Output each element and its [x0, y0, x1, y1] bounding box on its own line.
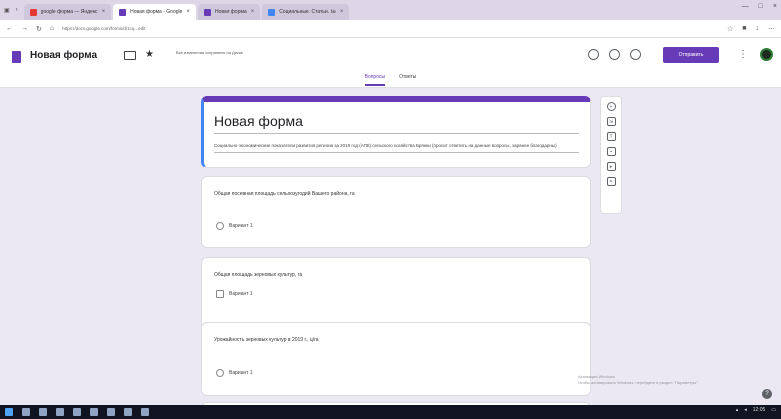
- tab-favicon-icon: [268, 8, 276, 16]
- system-tray: ▴ ◂ 12:05 ▭: [736, 407, 776, 413]
- question-card[interactable]: Общая посевная площадь сельхозугодий Ваш…: [201, 176, 591, 248]
- mail-icon[interactable]: [90, 408, 98, 416]
- network-icon[interactable]: ▴: [736, 407, 739, 413]
- windows-start-icon[interactable]: [5, 408, 13, 416]
- reload-icon[interactable]: ↻: [36, 25, 42, 33]
- tab-favicon-icon: [119, 8, 127, 16]
- question-card[interactable]: Общая площадь зерновых культур, га Вариа…: [201, 257, 591, 329]
- tab-favicon-icon: [29, 8, 37, 16]
- question-text[interactable]: Урожайность зерновых культур в 2019 г., …: [214, 337, 319, 343]
- send-button[interactable]: Отправить: [663, 47, 719, 63]
- address-bar-actions: ☆ ■ ↓ ⋯: [727, 25, 775, 33]
- tab-favicon-icon: [203, 8, 211, 16]
- section-icon[interactable]: =: [606, 177, 616, 186]
- radio-icon[interactable]: [216, 222, 224, 230]
- image-icon[interactable]: ▪: [606, 147, 616, 156]
- settings-icon[interactable]: [630, 49, 641, 60]
- preview-icon[interactable]: [609, 49, 620, 60]
- import-icon[interactable]: ⇲: [606, 117, 616, 126]
- star-icon[interactable]: ★: [145, 49, 154, 60]
- video-icon[interactable]: ▸: [606, 162, 616, 171]
- question-text[interactable]: Общая посевная площадь сельхозугодий Ваш…: [214, 191, 355, 197]
- radio-icon[interactable]: [216, 369, 224, 377]
- browser-menu-icon[interactable]: ⋯: [768, 25, 775, 33]
- browser-tab[interactable]: Социальные. Статьи. № ×: [262, 4, 350, 20]
- add-question-icon[interactable]: +: [606, 102, 616, 111]
- more-vert-icon[interactable]: ⋮: [738, 49, 748, 60]
- saved-status: Все изменения сохранены на Диске: [176, 50, 244, 55]
- tab-responses[interactable]: Ответы: [399, 74, 416, 86]
- extension-icon[interactable]: ■: [742, 25, 746, 33]
- close-window-icon[interactable]: ×: [773, 3, 777, 10]
- form-title-input[interactable]: Новая форма: [214, 113, 579, 134]
- palette-icon[interactable]: [588, 49, 599, 60]
- tab-title: google форма — Яндекс: [40, 9, 98, 15]
- option-label[interactable]: Вариант 1: [229, 291, 253, 297]
- tab-title: Новая форма - Google: [130, 9, 183, 15]
- browser-tab-active[interactable]: Новая форма - Google ×: [113, 4, 196, 20]
- folder-icon[interactable]: [124, 51, 136, 60]
- option-row: Вариант 1: [216, 222, 253, 230]
- checkbox-icon[interactable]: [216, 290, 224, 298]
- close-tab-icon[interactable]: ×: [251, 9, 255, 15]
- form-description-input[interactable]: Социально-экономические показатели разви…: [214, 142, 579, 153]
- taskbar: ▴ ◂ 12:05 ▭: [0, 405, 781, 419]
- download-icon[interactable]: ↓: [756, 25, 760, 33]
- explorer-icon[interactable]: [56, 408, 64, 416]
- browser-taskbar-icon[interactable]: [107, 408, 115, 416]
- close-tab-icon[interactable]: ×: [186, 9, 190, 15]
- window-controls: — □ ×: [742, 3, 777, 10]
- form-title-card: Новая форма Социально-экономические пока…: [201, 96, 591, 168]
- watermark-line: Чтобы активировать Windows, перейдите в …: [578, 380, 699, 385]
- notifications-icon[interactable]: ▭: [771, 407, 776, 413]
- clock[interactable]: 12:05: [753, 407, 766, 413]
- activation-watermark: Активация Windows Чтобы активировать Win…: [578, 374, 699, 386]
- tab-title: Социальные. Статьи. №: [279, 9, 336, 15]
- option-row: Вариант 1: [216, 290, 253, 298]
- tab-questions[interactable]: Вопросы: [364, 74, 386, 86]
- app-taskbar-icon[interactable]: [141, 408, 149, 416]
- browser-tab[interactable]: google форма — Яндекс ×: [23, 4, 112, 20]
- header-actions: [588, 49, 641, 60]
- browser-tab-strip: ▣ ‹ google форма — Яндекс × Новая форма …: [0, 0, 781, 20]
- url-field[interactable]: https://docs.google.com/forms/d/1cq...ed…: [62, 26, 719, 31]
- question-text[interactable]: Общая площадь зерновых культур, га: [214, 272, 302, 278]
- browser-tab[interactable]: Новая форма ×: [197, 4, 261, 20]
- forms-logo-icon[interactable]: [12, 51, 21, 63]
- search-icon[interactable]: [22, 408, 30, 416]
- task-view-icon[interactable]: [39, 408, 47, 416]
- back-tabs-icon[interactable]: ‹: [16, 7, 18, 13]
- tab-title: Новая форма: [214, 9, 247, 15]
- store-icon[interactable]: [73, 408, 81, 416]
- close-tab-icon[interactable]: ×: [340, 9, 344, 15]
- minimize-icon[interactable]: —: [742, 3, 749, 10]
- app-taskbar-icon[interactable]: [124, 408, 132, 416]
- form-title-header[interactable]: Новая форма: [30, 50, 97, 61]
- back-icon[interactable]: ←: [6, 25, 13, 32]
- tab-actions-icon[interactable]: ▣: [4, 7, 10, 14]
- forms-header: Новая форма ★ Все изменения сохранены на…: [0, 38, 781, 88]
- maximize-icon[interactable]: □: [759, 3, 763, 10]
- volume-icon[interactable]: ◂: [744, 407, 747, 413]
- bookmark-icon[interactable]: ☆: [727, 25, 733, 33]
- avatar[interactable]: [760, 48, 773, 61]
- option-label[interactable]: Вариант 1: [229, 223, 253, 229]
- help-icon[interactable]: ?: [762, 389, 772, 399]
- address-bar: ← → ↻ ⌂ https://docs.google.com/forms/d/…: [0, 20, 781, 38]
- home-icon[interactable]: ⌂: [50, 25, 54, 32]
- question-card[interactable]: Урожайность зерновых культур в 2019 г., …: [201, 322, 591, 396]
- close-tab-icon[interactable]: ×: [102, 9, 106, 15]
- title-text-icon[interactable]: T: [606, 132, 616, 141]
- option-label[interactable]: Вариант 1: [229, 370, 253, 376]
- form-tabs: Вопросы Ответы: [0, 74, 781, 86]
- forward-icon[interactable]: →: [21, 25, 28, 32]
- question-toolbar: + ⇲ T ▪ ▸ =: [600, 96, 622, 214]
- option-row: Вариант 1: [216, 369, 253, 377]
- browser-left-buttons: ▣ ‹: [4, 0, 18, 20]
